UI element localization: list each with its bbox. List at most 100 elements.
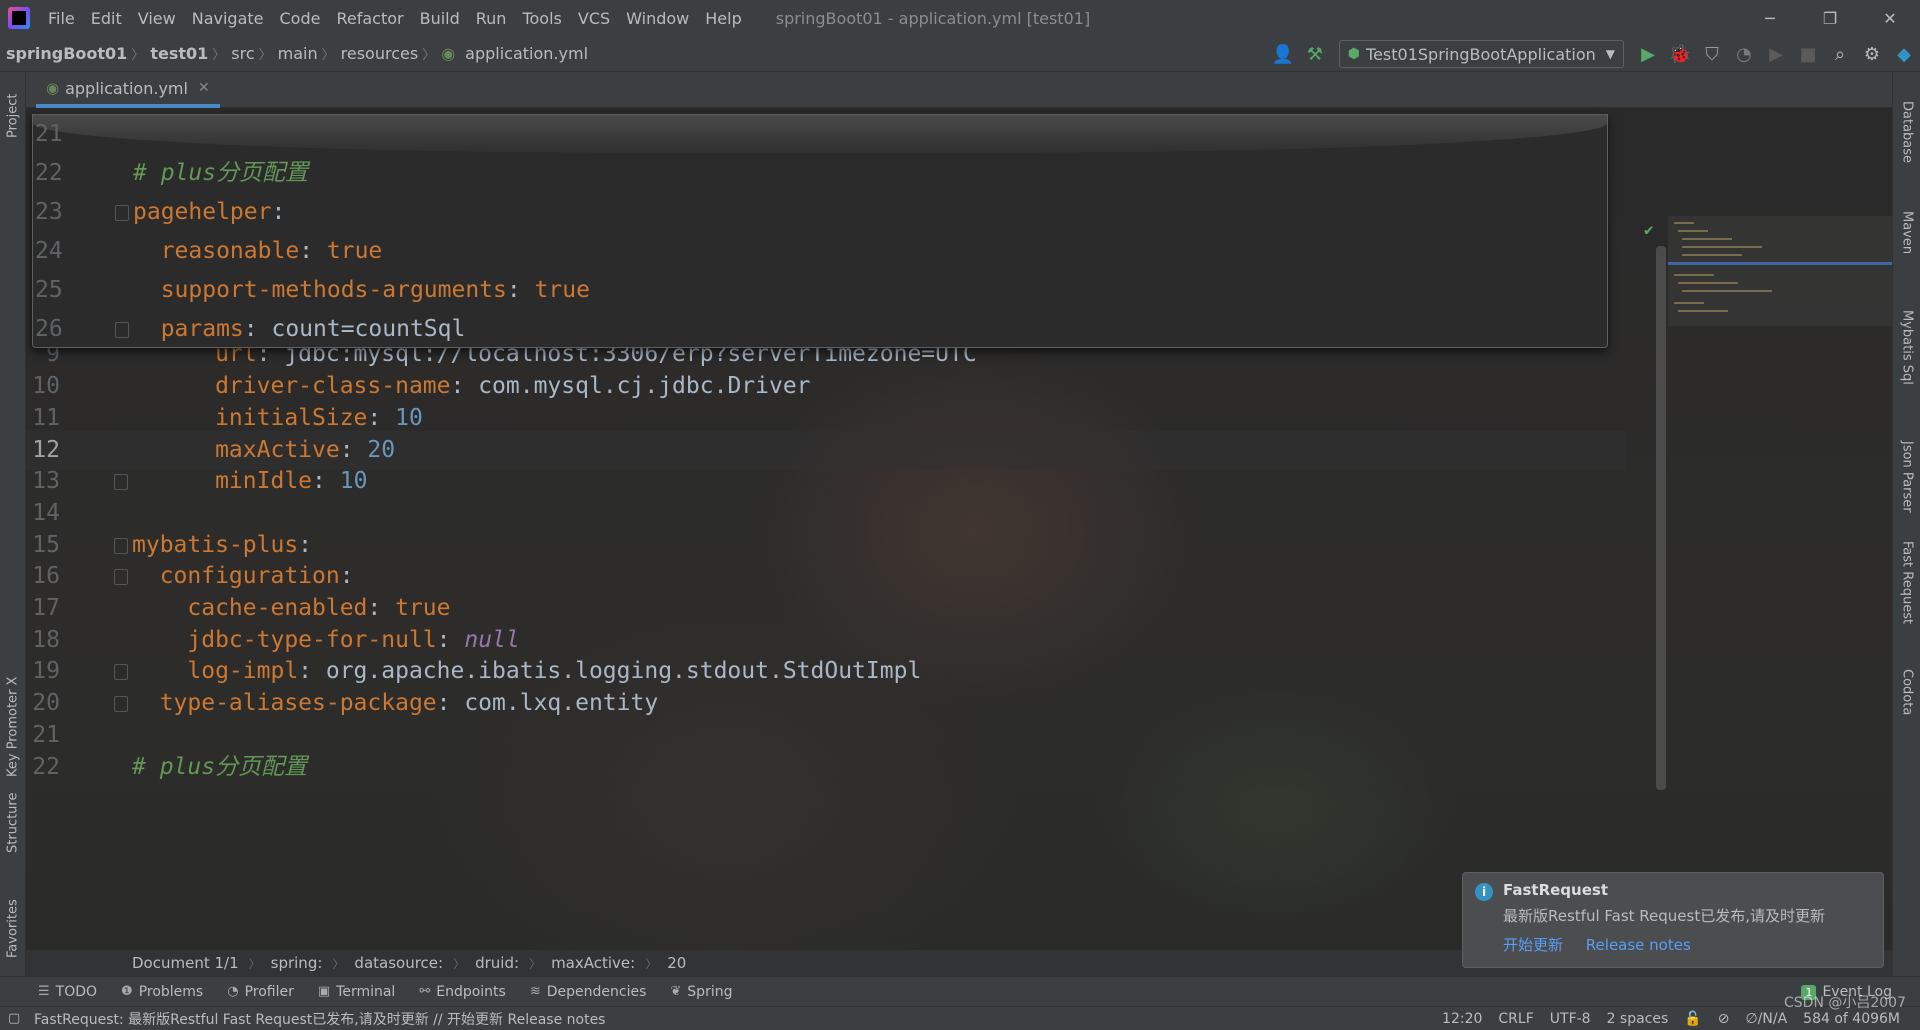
menu-edit[interactable]: Edit — [83, 9, 130, 28]
vertical-scrollbar[interactable] — [1656, 246, 1666, 790]
code-line[interactable]: 26 params: count=countSql — [33, 310, 1607, 347]
schema-icon[interactable]: ⊘ — [1718, 1011, 1730, 1027]
run-icon[interactable]: ▶ — [1632, 38, 1664, 70]
menu-help[interactable]: Help — [697, 9, 749, 28]
menu-window[interactable]: Window — [618, 9, 697, 28]
close-window-button[interactable]: ✕ — [1860, 0, 1920, 36]
breadcrumb-project[interactable]: springBoot01 — [0, 44, 131, 63]
resume-icon[interactable]: ▶ — [1760, 38, 1792, 70]
code-line[interactable]: 22 # plus分页配置 — [33, 154, 1607, 193]
breadcrumb-main[interactable]: main — [272, 44, 322, 63]
menu-navigate[interactable]: Navigate — [184, 9, 272, 28]
code-text: # plus分页配置 — [133, 154, 308, 193]
line-number[interactable]: 26 — [35, 310, 65, 347]
run-configuration-select[interactable]: ⬢ Test01SpringBootApplication ▼ — [1338, 40, 1624, 68]
favorites-tool-tab[interactable]: Favorites — [0, 884, 26, 974]
lock-icon[interactable]: 🔓 — [1684, 1011, 1701, 1027]
json-schema[interactable]: ∅/N/A — [1745, 1011, 1787, 1027]
fold-marker-icon[interactable] — [114, 474, 128, 491]
menu-refactor[interactable]: Refactor — [328, 9, 411, 28]
code-line[interactable]: 22 # plus分页配置 — [26, 748, 1626, 787]
breadcrumb-module[interactable]: test01 — [144, 44, 212, 63]
fold-marker-icon[interactable] — [114, 664, 128, 681]
release-notes-link[interactable]: Release notes — [1586, 936, 1691, 954]
file-encoding[interactable]: UTF-8 — [1550, 1011, 1591, 1027]
line-number[interactable]: 21 — [35, 115, 65, 154]
yaml-path-spring[interactable]: spring: — [271, 954, 323, 972]
todo-tool-button[interactable]: ☰ TODO — [38, 984, 97, 1000]
line-number[interactable]: 25 — [35, 271, 65, 310]
breadcrumb-resources[interactable]: resources — [335, 44, 423, 63]
minimize-button[interactable]: ─ — [1740, 0, 1800, 36]
memory-indicator[interactable]: 584 of 4096M — [1803, 1011, 1900, 1027]
build-hammer-icon[interactable]: ⚒ — [1299, 38, 1331, 70]
breadcrumb-src[interactable]: src — [225, 44, 258, 63]
coverage-icon[interactable]: ⛉ — [1696, 38, 1728, 70]
spring-tool-button[interactable]: ❦ Spring — [670, 984, 732, 1000]
dependencies-tool-button[interactable]: ≋ Dependencies — [530, 984, 647, 1000]
status-message[interactable]: FastRequest: 最新版Restful Fast Request已发布,… — [34, 1009, 605, 1029]
yaml-path-datasource[interactable]: datasource: — [354, 954, 443, 972]
code-token: true — [326, 238, 383, 264]
endpoints-tool-button[interactable]: ⚯ Endpoints — [419, 984, 506, 1000]
problems-tool-button[interactable]: ❶ Problems — [121, 984, 203, 1000]
indent-setting[interactable]: 2 spaces — [1607, 1011, 1669, 1027]
debug-icon[interactable]: 🐞 — [1664, 38, 1696, 70]
code-line[interactable]: 24 reasonable: true — [33, 232, 1607, 271]
start-update-link[interactable]: 开始更新 — [1503, 936, 1563, 954]
menu-file[interactable]: File — [40, 9, 83, 28]
code-token: maxActive — [132, 436, 340, 463]
line-number[interactable]: 22 — [35, 154, 65, 193]
close-tab-icon[interactable]: ✕ — [198, 80, 210, 96]
structure-tool-tab[interactable]: Structure — [0, 768, 26, 878]
menu-code[interactable]: Code — [272, 9, 329, 28]
codota-tool-tab[interactable]: Codota — [1893, 642, 1920, 742]
breadcrumb-file[interactable]: application.yml — [459, 44, 592, 63]
restore-button[interactable]: ❐ — [1800, 0, 1860, 36]
code-line[interactable]: 23 pagehelper: — [33, 193, 1607, 232]
fold-marker-icon[interactable] — [114, 696, 128, 713]
user-icon[interactable]: 👤 — [1267, 38, 1299, 70]
code-minimap[interactable] — [1668, 216, 1892, 326]
menu-run[interactable]: Run — [468, 9, 515, 28]
search-icon[interactable]: ⌕ — [1824, 38, 1856, 70]
mybatis-sql-tool-tab[interactable]: Mybatis Sql — [1893, 282, 1920, 412]
yaml-path-maxactive[interactable]: maxActive: — [551, 954, 635, 972]
menu-build[interactable]: Build — [412, 9, 468, 28]
navigation-bar: springBoot01 〉 test01 〉 src 〉 main 〉 res… — [0, 36, 1920, 72]
fast-request-tool-tab[interactable]: Fast Request — [1893, 518, 1920, 648]
profile-icon[interactable]: ◔ — [1728, 38, 1760, 70]
yaml-path-druid[interactable]: druid: — [475, 954, 519, 972]
stop-icon[interactable]: ■ — [1792, 38, 1824, 70]
profiler-tool-button[interactable]: ◔ Profiler — [227, 984, 294, 1000]
terminal-tool-button[interactable]: ▣ Terminal — [318, 984, 395, 1000]
line-number[interactable]: 23 — [35, 193, 65, 232]
line-separator[interactable]: CRLF — [1498, 1011, 1533, 1027]
line-number[interactable]: 24 — [35, 232, 65, 271]
code-line[interactable]: 25 support-methods-arguments: true — [33, 271, 1607, 310]
toolbar-actions: 👤 ⚒ ⬢ Test01SpringBootApplication ▼ ▶ 🐞 … — [1267, 36, 1920, 72]
code-token: # plus分页配置 — [133, 160, 309, 186]
database-tool-tab[interactable]: Database — [1893, 82, 1920, 182]
tab-application-yml[interactable]: ◉ application.yml ✕ — [36, 72, 220, 108]
code-line[interactable]: 21 — [33, 115, 1607, 154]
inspection-ok-icon[interactable]: ✔ — [1644, 220, 1654, 239]
yaml-path-value[interactable]: 20 — [667, 954, 686, 972]
menu-vcs[interactable]: VCS — [570, 9, 618, 28]
fold-marker-icon[interactable] — [114, 569, 128, 586]
layout-toggle-icon[interactable]: ▢ — [8, 1011, 20, 1026]
chevron-right-icon: 〉 — [131, 48, 145, 63]
gear-icon[interactable]: ⚙ — [1856, 38, 1888, 70]
fold-marker-icon[interactable] — [114, 537, 128, 554]
fold-marker-icon[interactable] — [115, 205, 129, 221]
notification-body: 最新版Restful Fast Request已发布,请及时更新 — [1503, 907, 1826, 925]
line-number[interactable]: 22 — [26, 748, 60, 787]
fold-marker-icon[interactable] — [115, 322, 129, 338]
project-tool-tab[interactable]: Project — [0, 76, 26, 156]
menu-view[interactable]: View — [130, 9, 184, 28]
plugin-icon[interactable]: ◆ — [1888, 38, 1920, 70]
maven-tool-tab[interactable]: Maven — [1893, 188, 1920, 278]
caret-position[interactable]: 12:20 — [1442, 1011, 1482, 1027]
menu-tools[interactable]: Tools — [514, 9, 569, 28]
code-token: : — [367, 404, 396, 431]
